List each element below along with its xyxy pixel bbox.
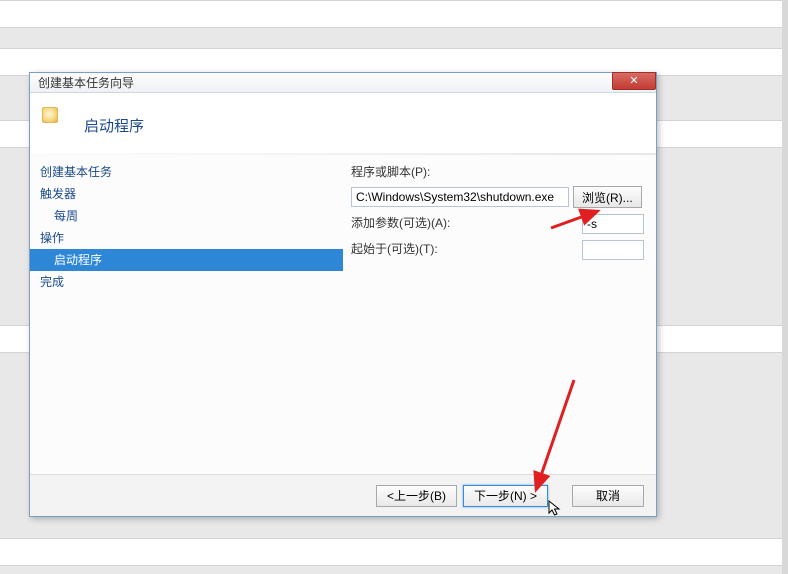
args-input[interactable] xyxy=(582,214,644,234)
dialog-header: 启动程序 xyxy=(30,93,656,153)
form-area: 程序或脚本(P): 浏览(R)... 添加参数(可选)(A): 起始于(可选)(… xyxy=(343,155,656,474)
background-band xyxy=(0,538,788,566)
sidebar-item-label: 触发器 xyxy=(40,187,76,201)
sidebar-item-label: 创建基本任务 xyxy=(40,165,112,179)
next-button[interactable]: 下一步(N) > xyxy=(463,485,548,507)
program-label: 程序或脚本(P): xyxy=(351,163,644,180)
back-button[interactable]: <上一步(B) xyxy=(376,485,457,507)
sidebar-item-label: 操作 xyxy=(40,231,64,245)
close-button[interactable]: ✕ xyxy=(612,72,656,90)
dialog-title: 创建基本任务向导 xyxy=(38,76,134,90)
background-band xyxy=(0,0,788,28)
cancel-button[interactable]: 取消 xyxy=(572,485,644,507)
sidebar-item[interactable]: 每周 xyxy=(30,205,343,227)
sidebar-item[interactable]: 完成 xyxy=(30,271,343,293)
sidebar-item[interactable]: 启动程序 xyxy=(30,249,343,271)
args-label: 添加参数(可选)(A): xyxy=(351,214,511,231)
wizard-dialog: 创建基本任务向导 ✕ 启动程序 创建基本任务触发器每周操作启动程序完成 程序或脚… xyxy=(29,72,657,517)
wizard-sidebar: 创建基本任务触发器每周操作启动程序完成 xyxy=(30,155,343,474)
browse-button[interactable]: 浏览(R)... xyxy=(573,186,642,208)
sidebar-item[interactable]: 创建基本任务 xyxy=(30,161,343,183)
page-title: 启动程序 xyxy=(84,115,144,136)
dialog-footer: <上一步(B) 下一步(N) > 取消 xyxy=(30,474,656,516)
dialog-content: 创建基本任务触发器每周操作启动程序完成 程序或脚本(P): 浏览(R)... 添… xyxy=(30,155,656,474)
sidebar-item-label: 完成 xyxy=(40,275,64,289)
startin-label: 起始于(可选)(T): xyxy=(351,240,511,257)
program-input[interactable] xyxy=(351,187,569,207)
sidebar-item-label: 每周 xyxy=(54,209,78,223)
titlebar[interactable]: 创建基本任务向导 ✕ xyxy=(30,73,656,93)
wizard-icon xyxy=(42,107,58,123)
sidebar-item-label: 启动程序 xyxy=(54,253,102,267)
sidebar-item[interactable]: 触发器 xyxy=(30,183,343,205)
background-edge xyxy=(782,0,788,574)
sidebar-item[interactable]: 操作 xyxy=(30,227,343,249)
startin-input[interactable] xyxy=(582,240,644,260)
close-icon: ✕ xyxy=(629,75,638,87)
